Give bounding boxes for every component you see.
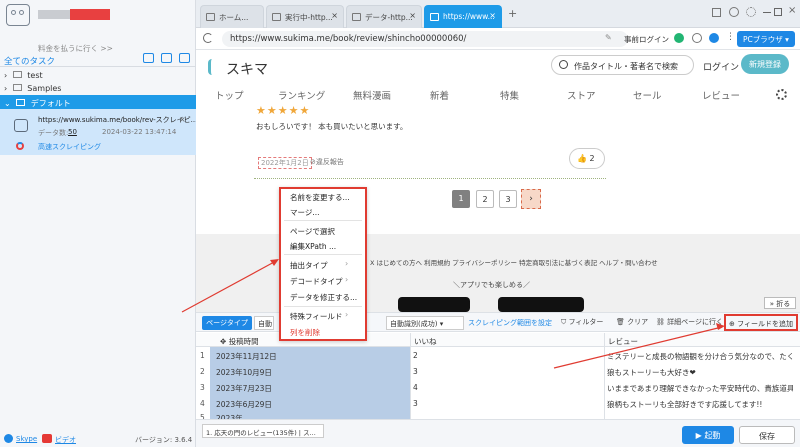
annotation-arrows [181,259,725,369]
